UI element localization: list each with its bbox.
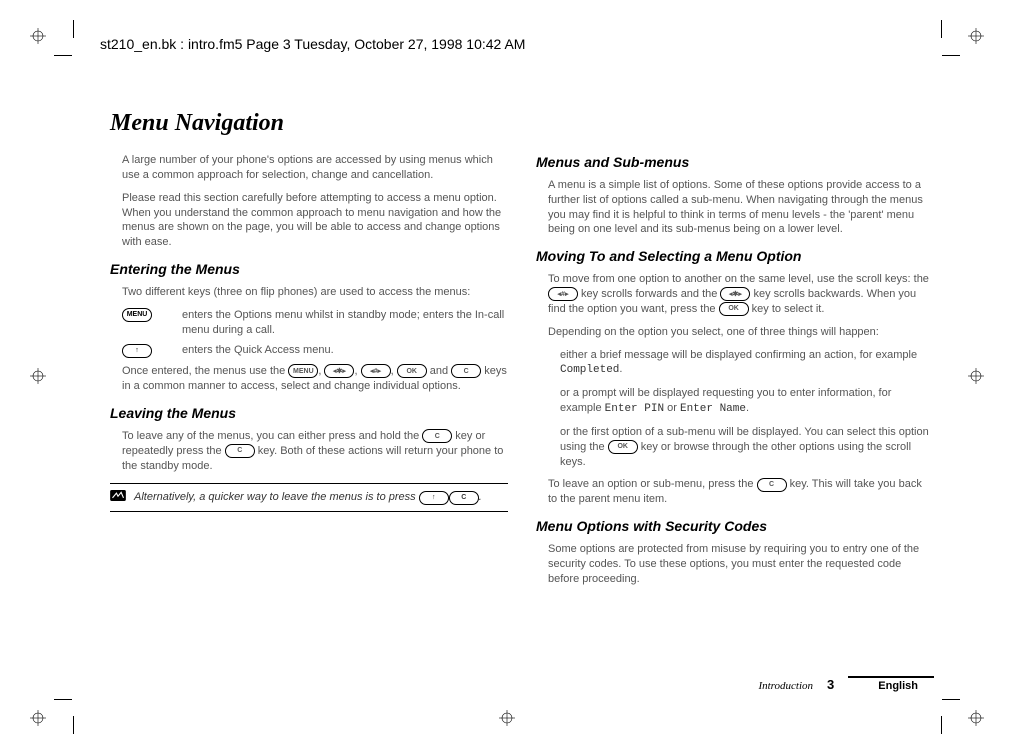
- reg-mark-icon: [499, 710, 515, 726]
- c-key-icon: C: [449, 491, 479, 505]
- page-content: Menu Navigation A large number of your p…: [110, 110, 934, 674]
- ok-key-icon: OK: [397, 364, 427, 378]
- body-text: A menu is a simple list of options. Some…: [548, 178, 934, 237]
- footer-language: English: [848, 676, 934, 692]
- intro-paragraph: A large number of your phone's options a…: [122, 153, 508, 183]
- ok-key-icon: OK: [608, 440, 638, 454]
- example-completed: Completed: [560, 364, 619, 376]
- c-key-icon: C: [225, 444, 255, 458]
- bullet-item: or a prompt will be displayed requesting…: [560, 386, 934, 417]
- heading-entering: Entering the Menus: [110, 260, 508, 279]
- menu-key-icon: MENU: [122, 308, 152, 322]
- hash-key-icon: ◂#▸: [361, 364, 391, 378]
- page-title: Menu Navigation: [110, 110, 934, 137]
- body-text: Two different keys (three on flip phones…: [122, 285, 508, 300]
- hash-key-icon: ◂#▸: [548, 287, 578, 301]
- note-callout: Alternatively, a quicker way to leave th…: [110, 483, 508, 512]
- heading-security-codes: Menu Options with Security Codes: [536, 517, 934, 536]
- heading-moving-selecting: Moving To and Selecting a Menu Option: [536, 247, 934, 266]
- up-key-icon: ↑: [419, 491, 449, 505]
- body-text: To leave any of the menus, you can eithe…: [122, 429, 508, 474]
- reg-mark-icon: [30, 28, 46, 44]
- bullet-item: either a brief message will be displayed…: [560, 348, 934, 379]
- key-definition-row: MENU enters the Options menu whilst in s…: [122, 308, 508, 338]
- intro-paragraph: Please read this section carefully befor…: [122, 191, 508, 250]
- reg-mark-icon: [30, 368, 46, 384]
- body-text: Depending on the option you select, one …: [548, 325, 934, 340]
- footer-section: Introduction: [758, 680, 813, 692]
- star-key-icon: ◂✱▸: [720, 287, 750, 301]
- c-key-icon: C: [451, 364, 481, 378]
- page-footer: Introduction 3 English: [758, 676, 934, 692]
- key-description: enters the Quick Access menu.: [182, 343, 508, 358]
- key-description: enters the Options menu whilst in standb…: [182, 308, 508, 338]
- body-text: Once entered, the menus use the MENU, ◂✱…: [122, 364, 508, 394]
- example-enter-name: Enter Name: [680, 403, 746, 415]
- heading-menus-submenus: Menus and Sub-menus: [536, 153, 934, 172]
- note-text: Alternatively, a quicker way to leave th…: [134, 490, 482, 505]
- bullet-item: or the first option of a sub-menu will b…: [560, 425, 934, 470]
- right-column: Menus and Sub-menus A menu is a simple l…: [536, 153, 934, 595]
- c-key-icon: C: [757, 478, 787, 492]
- ok-key-icon: OK: [719, 302, 749, 316]
- footer-page-number: 3: [827, 677, 834, 692]
- running-head: st210_en.bk : intro.fm5 Page 3 Tuesday, …: [100, 36, 525, 52]
- c-key-icon: C: [422, 429, 452, 443]
- menu-key-icon: MENU: [288, 364, 318, 378]
- example-enter-pin: Enter PIN: [605, 403, 664, 415]
- key-definition-row: ↑ enters the Quick Access menu.: [122, 343, 508, 358]
- up-key-icon: ↑: [122, 344, 152, 358]
- note-icon: [110, 490, 126, 501]
- reg-mark-icon: [968, 368, 984, 384]
- body-text: To leave an option or sub-menu, press th…: [548, 477, 934, 507]
- reg-mark-icon: [968, 28, 984, 44]
- heading-leaving: Leaving the Menus: [110, 404, 508, 423]
- reg-mark-icon: [968, 710, 984, 726]
- body-text: To move from one option to another on th…: [548, 272, 934, 317]
- star-key-icon: ◂✱▸: [324, 364, 354, 378]
- body-text: Some options are protected from misuse b…: [548, 542, 934, 587]
- reg-mark-icon: [30, 710, 46, 726]
- left-column: A large number of your phone's options a…: [110, 153, 508, 595]
